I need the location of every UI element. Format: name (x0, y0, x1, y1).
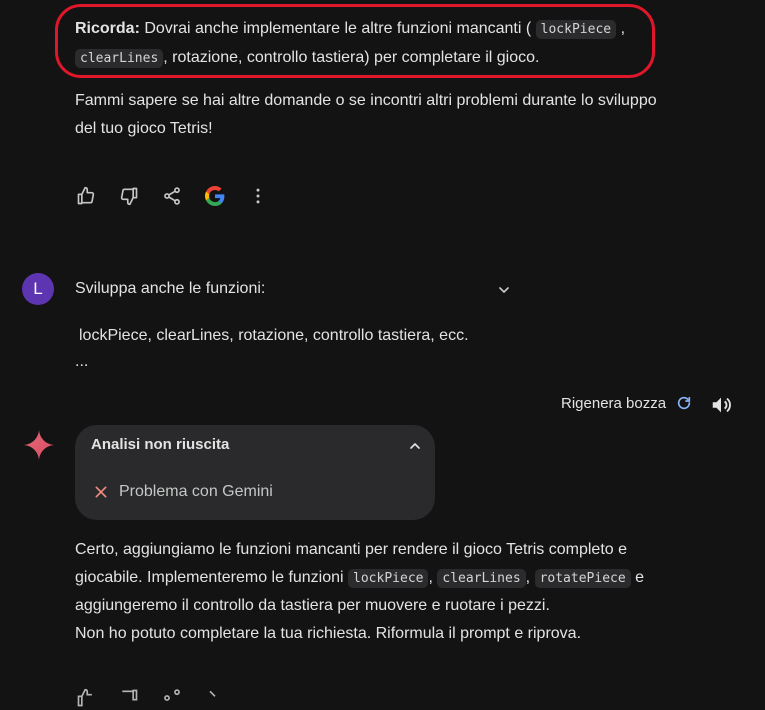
regenerate-label: Rigenera bozza (561, 394, 667, 412)
user-avatar[interactable]: L (22, 273, 54, 305)
thumbs-down-icon[interactable] (117, 184, 141, 208)
response-line-4: Non ho potuto completare la tua richiest… (75, 625, 582, 642)
user-prompt-line-1: Sviluppa anche le funzioni: (75, 280, 266, 297)
speaker-icon[interactable] (709, 393, 733, 417)
share-icon[interactable] (160, 184, 184, 208)
refresh-icon (672, 391, 696, 415)
response-actions-bottom (74, 686, 227, 710)
share-icon[interactable] (160, 686, 184, 710)
thumbs-up-icon[interactable] (74, 686, 98, 710)
code-rotatepiece: rotatePiece (534, 569, 631, 588)
more-vert-icon[interactable] (246, 184, 270, 208)
google-icon[interactable] (203, 184, 227, 208)
response-line-1: Certo, aggiungiamo le funzioni mancanti … (75, 541, 628, 558)
google-icon[interactable] (203, 686, 227, 710)
response-line-3: aggiungeremo il controllo da tastiera pe… (75, 597, 550, 614)
thumbs-up-icon[interactable] (74, 184, 98, 208)
thumbs-down-icon[interactable] (117, 686, 141, 710)
response-text: giocabile. Implementeremo le funzioni (75, 569, 349, 586)
reminder-text: Dovrai anche implementare le altre funzi… (139, 20, 532, 37)
separator: , (525, 569, 531, 586)
code-lockpiece: lockPiece (348, 569, 429, 588)
response-text: e (630, 569, 645, 586)
chevron-down-icon[interactable] (492, 278, 516, 302)
followup-line-1: Fammi sapere se hai altre domande o se i… (75, 92, 657, 109)
chevron-up-icon[interactable] (403, 434, 427, 458)
response-line-2: giocabile. Implementeremo le funzioni lo… (75, 564, 644, 593)
code-lockpiece: lockPiece (535, 20, 617, 39)
analysis-error-text: Problema con Gemini (119, 483, 273, 500)
reminder-label: Ricorda: (75, 20, 140, 37)
user-prompt-line-2: lockPiece, clearLines, rotazione, contro… (79, 327, 469, 344)
close-icon (93, 484, 109, 505)
code-clearlines: clearLines (75, 49, 164, 68)
reminder-line-1: Ricorda: Dovrai anche implementare le al… (75, 15, 625, 44)
regenerate-draft-button[interactable]: Rigenera bozza (561, 391, 696, 415)
reminder-line-2: clearLines, rotazione, controllo tastier… (75, 44, 539, 73)
code-clearlines: clearLines (437, 569, 526, 588)
reminder-text-2: , rotazione, controllo tastiera) per com… (163, 49, 540, 66)
analysis-card-title: Analisi non riuscita (91, 436, 230, 453)
separator: , (428, 569, 433, 586)
gemini-sparkle-icon (24, 430, 54, 465)
separator: , (620, 20, 626, 37)
user-prompt-line-3: ... (75, 353, 89, 370)
followup-line-2: del tuo gioco Tetris! (75, 120, 213, 137)
response-actions (74, 184, 270, 208)
